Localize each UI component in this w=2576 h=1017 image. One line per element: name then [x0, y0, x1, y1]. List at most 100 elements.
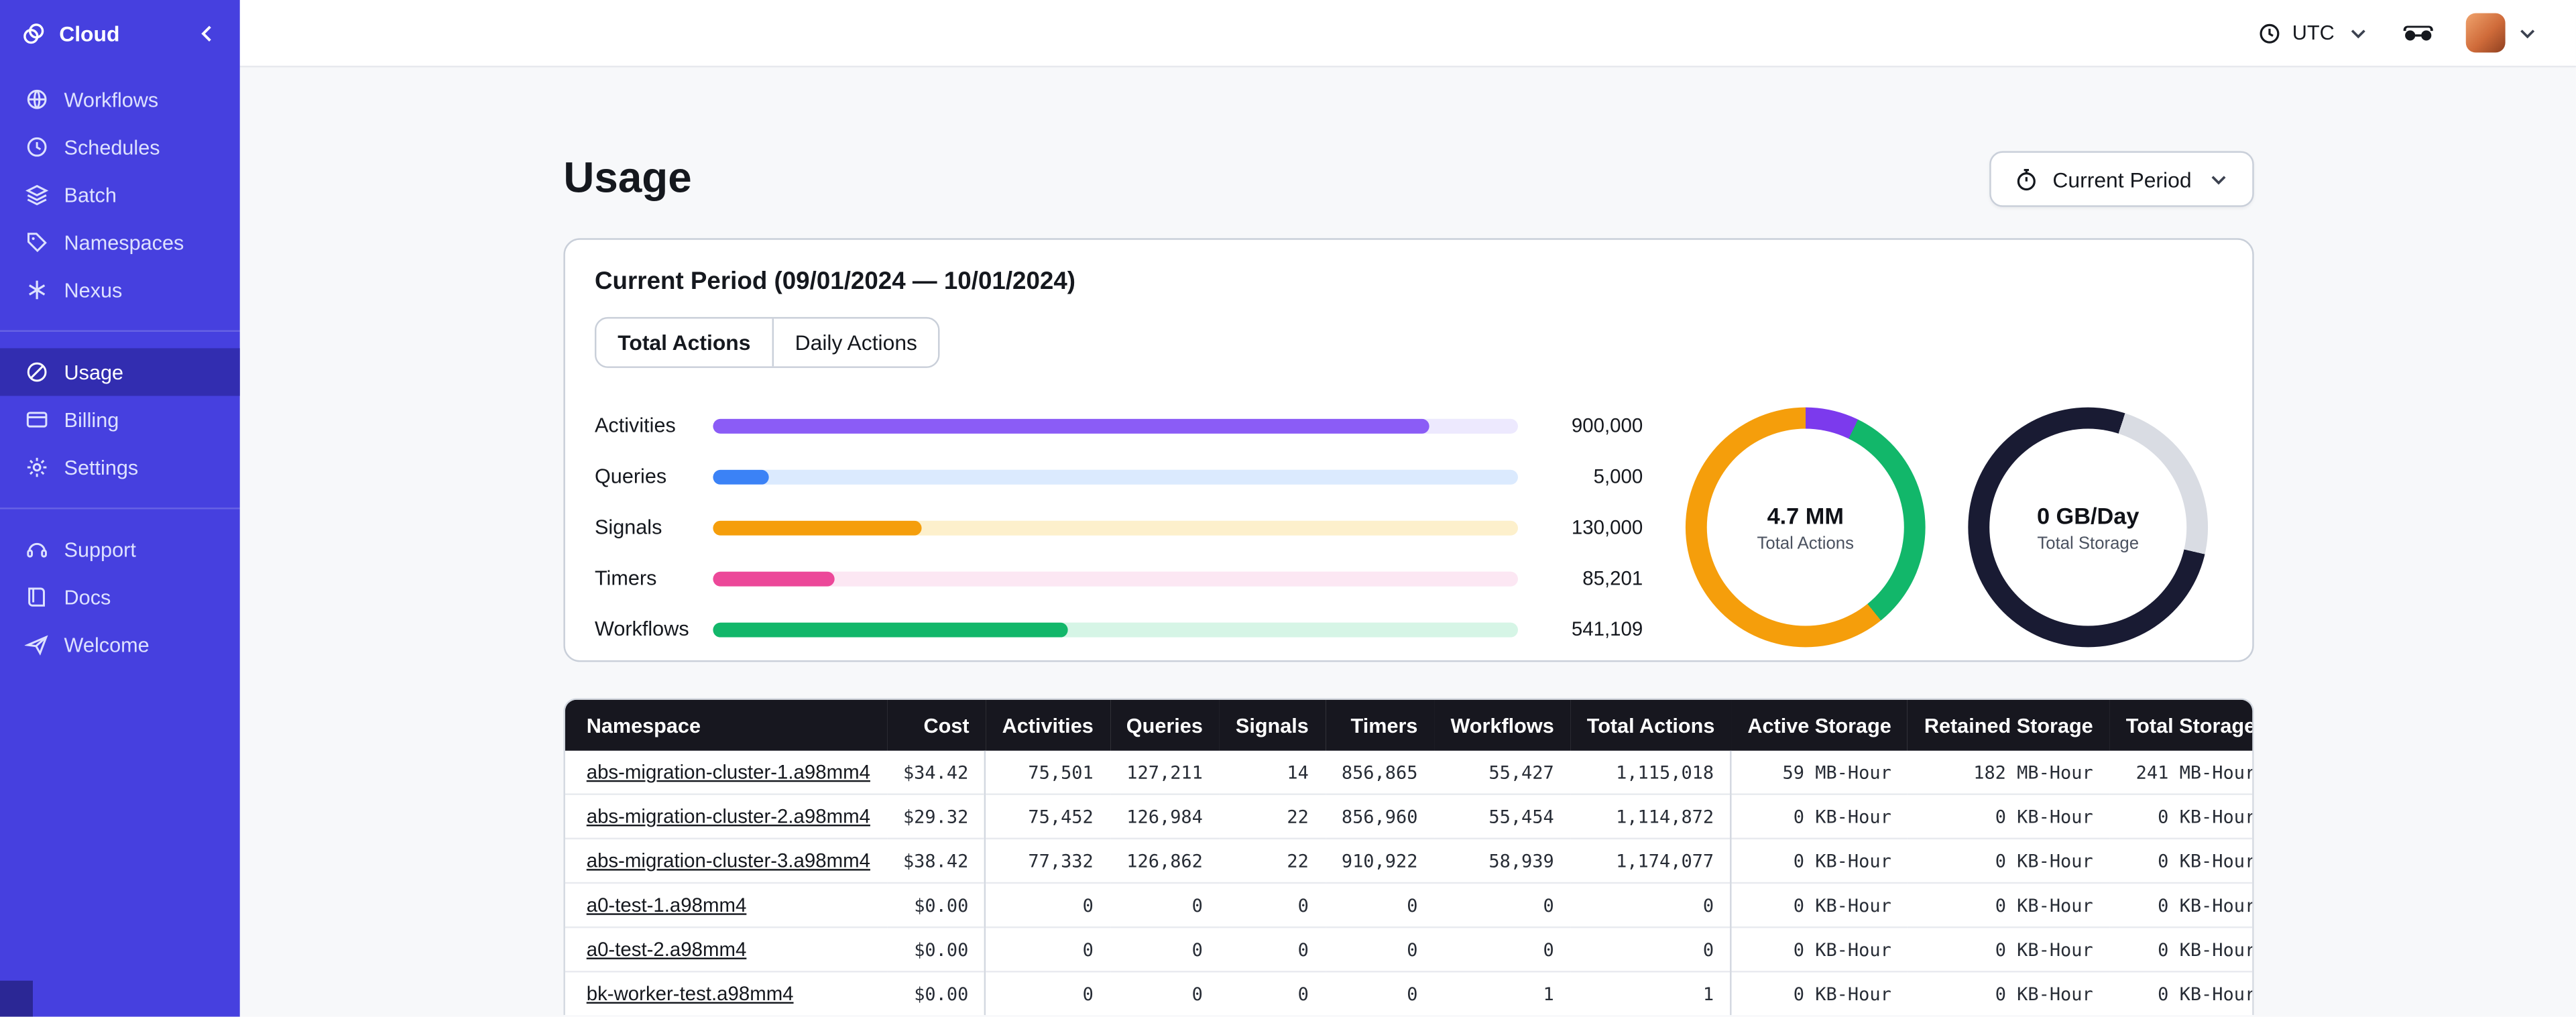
sidebar-item-nexus[interactable]: Nexus	[0, 266, 240, 314]
value-cell: 856,960	[1325, 793, 1434, 839]
value-cell: 1,174,077	[1570, 837, 1733, 883]
tab-daily-actions[interactable]: Daily Actions	[773, 318, 939, 367]
account-menu[interactable]	[2465, 13, 2540, 53]
app: Cloud Workflows Schedules Batch Namespaces N…	[0, 0, 2576, 1017]
bar-track	[713, 469, 1518, 484]
value-cell: 0	[1325, 971, 1434, 1016]
bar-value: 130,000	[1571, 516, 1643, 539]
value-cell: 0 KB-Hour	[2109, 971, 2253, 1016]
value-cell: 0 KB-Hour	[1908, 882, 2110, 928]
value-cell: 75,501	[1028, 761, 1094, 783]
column-header-signals: Signals	[1219, 699, 1326, 751]
value-cell: 0	[1570, 926, 1733, 972]
value-cell: 55,427	[1488, 761, 1554, 783]
welcome-icon	[23, 632, 49, 658]
cloud-logo-icon	[19, 19, 46, 46]
period-selector-button[interactable]: Current Period	[1990, 151, 2254, 207]
sidebar-item-welcome[interactable]: Welcome	[0, 621, 240, 668]
namespaces-icon	[23, 229, 49, 255]
sidebar-item-namespaces[interactable]: Namespaces	[0, 219, 240, 266]
value-cell: 58,939	[1433, 837, 1571, 883]
sidebar-item-docs[interactable]: Docs	[0, 573, 240, 621]
value-cell: 1,114,872	[1570, 793, 1733, 839]
bar-label: Timers	[594, 566, 657, 590]
billing-icon	[23, 406, 49, 432]
sidebar-header: Cloud	[0, 0, 240, 66]
value-cell: 126,984	[1110, 793, 1220, 839]
value-cell: 127,211	[1126, 761, 1203, 783]
value-cell: 0	[1325, 882, 1434, 928]
value-cell: 182 MB-Hour	[1973, 761, 2093, 783]
value-cell: 856,865	[1341, 761, 1418, 783]
value-cell: 0	[1110, 926, 1220, 972]
namespace-link[interactable]: abs-migration-cluster-3.a98mm4	[587, 849, 870, 872]
value-cell: 14	[1287, 761, 1309, 783]
namespace-link[interactable]: a0-test-2.a98mm4	[587, 938, 747, 961]
sidebar-nav: Workflows Schedules Batch Namespaces Nexus Us…	[0, 76, 240, 669]
sidebar-item-label: Usage	[64, 360, 124, 384]
value-cell: 22	[1219, 837, 1326, 883]
donut-center-label: 4.7 MM Total Actions	[1686, 408, 1926, 648]
table-row: a0-test-2.a98mm4 $0.00 0 0 0 0 0 0 0 KB-Hour 0 KB…	[565, 926, 2253, 972]
sidebar-item-label: Welcome	[64, 633, 150, 656]
sidebar-divider	[0, 507, 240, 510]
value-cell: 55,454	[1433, 793, 1571, 839]
value-cell: 0	[1110, 882, 1220, 928]
chevron-down-icon	[2205, 166, 2231, 192]
table-row: abs-migration-cluster-1.a98mm4 $34.42 75,5…	[565, 750, 2252, 794]
sidebar-divider	[0, 330, 240, 332]
value-cell: 0	[986, 971, 1110, 1016]
usage-card: Current Period (09/01/2024 — 10/01/2024)…	[563, 238, 2254, 662]
value-cell: 0	[986, 926, 1110, 972]
sidebar-item-workflows[interactable]: Workflows	[0, 76, 240, 123]
value-cell: 0	[1433, 926, 1571, 972]
app-title: Cloud	[59, 20, 120, 46]
bar-value: 900,000	[1571, 414, 1643, 437]
value-cell: 59 MB-Hour	[1782, 761, 1891, 783]
bar-row-timers: Timers 85,201	[595, 566, 1643, 589]
namespace-link[interactable]: abs-migration-cluster-2.a98mm4	[587, 805, 870, 828]
value-cell: 75,452	[986, 793, 1110, 839]
value-cell: $29.32	[886, 793, 987, 839]
value-cell: 0	[986, 882, 1110, 928]
sidebar-item-support[interactable]: Support	[0, 526, 240, 573]
nexus-icon	[23, 277, 49, 303]
sidebar-item-billing[interactable]: Billing	[0, 396, 240, 443]
sidebar-item-label: Docs	[64, 585, 111, 609]
sidebar-item-schedules[interactable]: Schedules	[0, 123, 240, 171]
value-cell: 0 KB-Hour	[1908, 793, 2110, 839]
value-cell: 0	[1325, 926, 1434, 972]
bar-value: 541,109	[1571, 617, 1643, 641]
total-actions-caption: Total Actions	[1757, 533, 1854, 553]
docs-icon	[23, 584, 49, 610]
sidebar-item-label: Settings	[64, 455, 139, 479]
total-storage-caption: Total Storage	[2037, 533, 2140, 553]
bar-value: 85,201	[1582, 566, 1643, 590]
bar-row-queries: Queries 5,000	[595, 465, 1643, 487]
value-cell: 0 KB-Hour	[1731, 793, 1908, 839]
batch-icon	[23, 182, 49, 208]
tab-total-actions[interactable]: Total Actions	[596, 318, 774, 367]
namespace-link[interactable]: a0-test-1.a98mm4	[587, 894, 747, 916]
namespace-cell: a0-test-2.a98mm4	[565, 926, 887, 972]
column-header-workflows: Workflows	[1433, 699, 1571, 751]
bar-track	[713, 571, 1518, 586]
topbar: UTC	[239, 0, 2576, 68]
namespace-link[interactable]: abs-migration-cluster-1.a98mm4	[587, 760, 870, 783]
value-cell: 0 KB-Hour	[1908, 837, 2110, 883]
sidebar-item-batch[interactable]: Batch	[0, 171, 240, 219]
sidebar-item-usage[interactable]: Usage	[0, 348, 240, 396]
bar-row-workflows: Workflows 541,109	[595, 617, 1643, 640]
actions-bar-chart: Activities 900,000 Queries 5,000 Signals 130,…	[595, 414, 1643, 640]
timezone-select[interactable]: UTC	[2256, 19, 2371, 46]
namespace-cell: abs-migration-cluster-3.a98mm4	[565, 837, 887, 883]
bar-label: Workflows	[594, 617, 689, 641]
namespace-link[interactable]: bk-worker-test.a98mm4	[587, 982, 794, 1005]
goggles-icon[interactable]	[2400, 19, 2437, 46]
usage-page: Usage Current Period Current Period (09/…	[563, 67, 2254, 1016]
value-cell: 0	[1219, 882, 1326, 928]
sidebar-collapse-icon[interactable]	[194, 19, 220, 46]
bar-fill	[713, 621, 1067, 637]
value-cell: 0 KB-Hour	[1908, 926, 2110, 972]
sidebar-item-settings[interactable]: Settings	[0, 444, 240, 491]
